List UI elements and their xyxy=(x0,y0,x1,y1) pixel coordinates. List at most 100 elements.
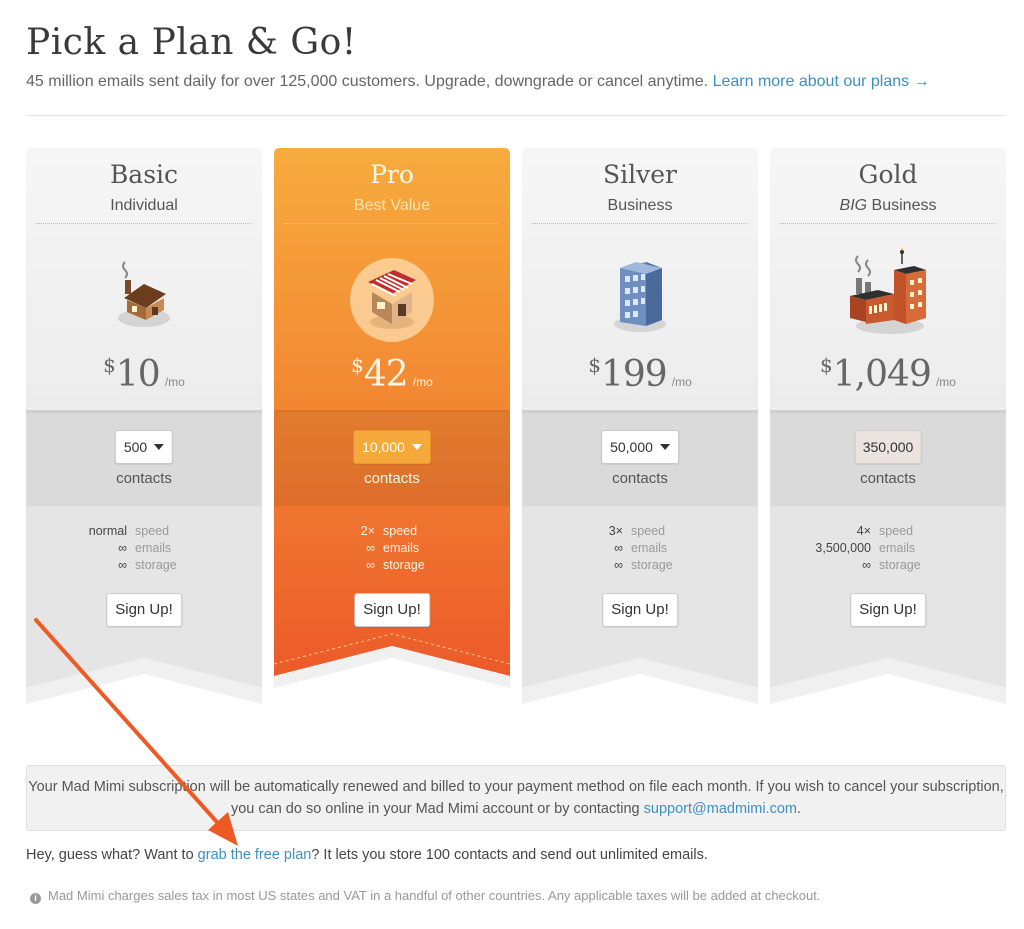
price-period: /mo xyxy=(412,375,433,389)
tagline-text: Business xyxy=(871,197,937,214)
feature-value: 4× xyxy=(856,524,871,538)
contacts-select-value: 500 xyxy=(123,439,148,455)
feature-value: normal xyxy=(88,524,127,538)
plan-card-basic: Basic Individual $10 /mo 500 contacts no… xyxy=(26,148,262,708)
feature-label: storage xyxy=(383,558,425,572)
tax-note-text: Mad Mimi charges sales tax in most US st… xyxy=(48,888,821,903)
contacts-label: contacts xyxy=(364,470,420,487)
factory-icon xyxy=(838,240,938,348)
price-amount: 10 xyxy=(115,354,161,395)
plans-grid: Basic Individual $10 /mo 500 contacts no… xyxy=(26,148,1006,708)
plan-features: normal speed ∞ emails ∞ storage xyxy=(26,523,262,574)
feature-row: 3× speed xyxy=(522,523,758,540)
feature-value: 3,500,000 xyxy=(815,541,871,555)
plan-tagline: Business xyxy=(607,197,673,214)
feature-row: ∞ storage xyxy=(522,557,758,574)
feature-row: ∞ emails xyxy=(274,540,510,557)
feature-value: 3× xyxy=(608,524,623,538)
plan-features: 4× speed 3,500,000 emails ∞ storage xyxy=(770,523,1006,574)
feature-label: storage xyxy=(631,558,673,572)
plan-price: $1,049 /mo xyxy=(770,353,1006,395)
plan-features: 2× speed ∞ emails ∞ storage xyxy=(274,523,510,574)
price-amount: 199 xyxy=(600,354,668,395)
feature-label: speed xyxy=(383,524,418,538)
feature-label: emails xyxy=(135,541,172,555)
subtitle-text: 45 million emails sent daily for over 12… xyxy=(26,73,709,90)
chevron-down-icon xyxy=(659,444,670,450)
contacts-value-box: 350,000 xyxy=(854,430,922,464)
feature-row: normal speed xyxy=(26,523,262,540)
feature-value: ∞ xyxy=(118,558,127,572)
contacts-select[interactable]: 10,000 xyxy=(353,430,431,464)
signup-button-basic[interactable]: Sign Up! xyxy=(106,593,182,627)
feature-row: ∞ storage xyxy=(770,557,1006,574)
tagline-emphasis: BIG xyxy=(839,197,868,214)
feature-label: speed xyxy=(879,524,914,538)
chevron-down-icon xyxy=(411,444,422,450)
feature-value: ∞ xyxy=(614,558,623,572)
page-subtitle: 45 million emails sent daily for over 12… xyxy=(26,73,930,91)
contacts-select-value: 50,000 xyxy=(610,439,653,455)
contacts-label: contacts xyxy=(116,470,172,487)
feature-value: ∞ xyxy=(366,541,375,555)
learn-more-link[interactable]: Learn more about our plans → xyxy=(713,73,930,90)
price-period: /mo xyxy=(935,375,956,389)
header-divider xyxy=(26,115,1006,116)
signup-button-pro[interactable]: Sign Up! xyxy=(354,593,430,627)
office-building-icon xyxy=(590,248,690,348)
feature-label: emails xyxy=(879,541,916,555)
plan-price: $42 /mo xyxy=(274,353,510,395)
contacts-select[interactable]: 50,000 xyxy=(601,430,679,464)
feature-row: ∞ storage xyxy=(26,557,262,574)
feature-value: ∞ xyxy=(614,541,623,555)
currency-symbol: $ xyxy=(103,353,116,377)
feature-row: 4× speed xyxy=(770,523,1006,540)
plan-card-gold: Gold BIG Business $1,049 /mo 350,000 con… xyxy=(770,148,1006,708)
plan-card-silver: Silver Business $199 /mo 50,000 contacts… xyxy=(522,148,758,708)
feature-row: ∞ emails xyxy=(522,540,758,557)
contacts-label: contacts xyxy=(860,470,916,487)
contacts-select-value: 10,000 xyxy=(362,439,405,455)
price-period: /mo xyxy=(671,375,692,389)
contacts-select-value: 350,000 xyxy=(862,439,914,455)
feature-value: 2× xyxy=(360,524,375,538)
plan-price: $10 /mo xyxy=(26,353,262,395)
support-email-link[interactable]: support@madmimi.com xyxy=(644,801,797,817)
plan-name: Basic xyxy=(109,160,179,189)
feature-label: speed xyxy=(135,524,170,538)
price-amount: 1,049 xyxy=(832,354,932,395)
feature-row: ∞ storage xyxy=(274,557,510,574)
free-plan-link[interactable]: grab the free plan xyxy=(198,847,312,863)
contacts-label: contacts xyxy=(612,470,668,487)
currency-symbol: $ xyxy=(351,353,364,377)
dotted-divider xyxy=(780,223,996,224)
signup-button-gold[interactable]: Sign Up! xyxy=(850,593,926,627)
currency-symbol: $ xyxy=(820,353,833,377)
shop-icon xyxy=(342,248,442,348)
house-icon xyxy=(94,248,194,348)
info-icon: i xyxy=(30,893,41,904)
free-plan-prefix: Hey, guess what? Want to xyxy=(26,847,194,863)
page-title: Pick a Plan & Go! xyxy=(26,22,357,63)
free-plan-message: Hey, guess what? Want to grab the free p… xyxy=(26,847,708,863)
plan-tagline: Best Value xyxy=(353,197,431,214)
contacts-select[interactable]: 500 xyxy=(114,430,174,464)
dotted-divider xyxy=(36,223,252,224)
feature-label: emails xyxy=(631,541,668,555)
signup-button-silver[interactable]: Sign Up! xyxy=(602,593,678,627)
notice-end: . xyxy=(796,801,801,817)
plan-tagline: BIG Business xyxy=(770,197,1006,215)
plan-name: Silver xyxy=(603,160,677,189)
currency-symbol: $ xyxy=(588,353,601,377)
plan-card-pro: Pro Best Value $42 /mo 10,000 contacts 2… xyxy=(274,148,510,708)
feature-row: 3,500,000 emails xyxy=(770,540,1006,557)
feature-row: 2× speed xyxy=(274,523,510,540)
free-plan-suffix: ? It lets you store 100 contacts and sen… xyxy=(311,847,708,863)
plan-price: $199 /mo xyxy=(522,353,758,395)
feature-value: ∞ xyxy=(862,558,871,572)
chevron-down-icon xyxy=(154,444,165,450)
plan-tagline: Individual xyxy=(110,197,178,214)
feature-label: emails xyxy=(383,541,420,555)
plan-name: Pro xyxy=(370,160,414,189)
feature-value: ∞ xyxy=(366,558,375,572)
